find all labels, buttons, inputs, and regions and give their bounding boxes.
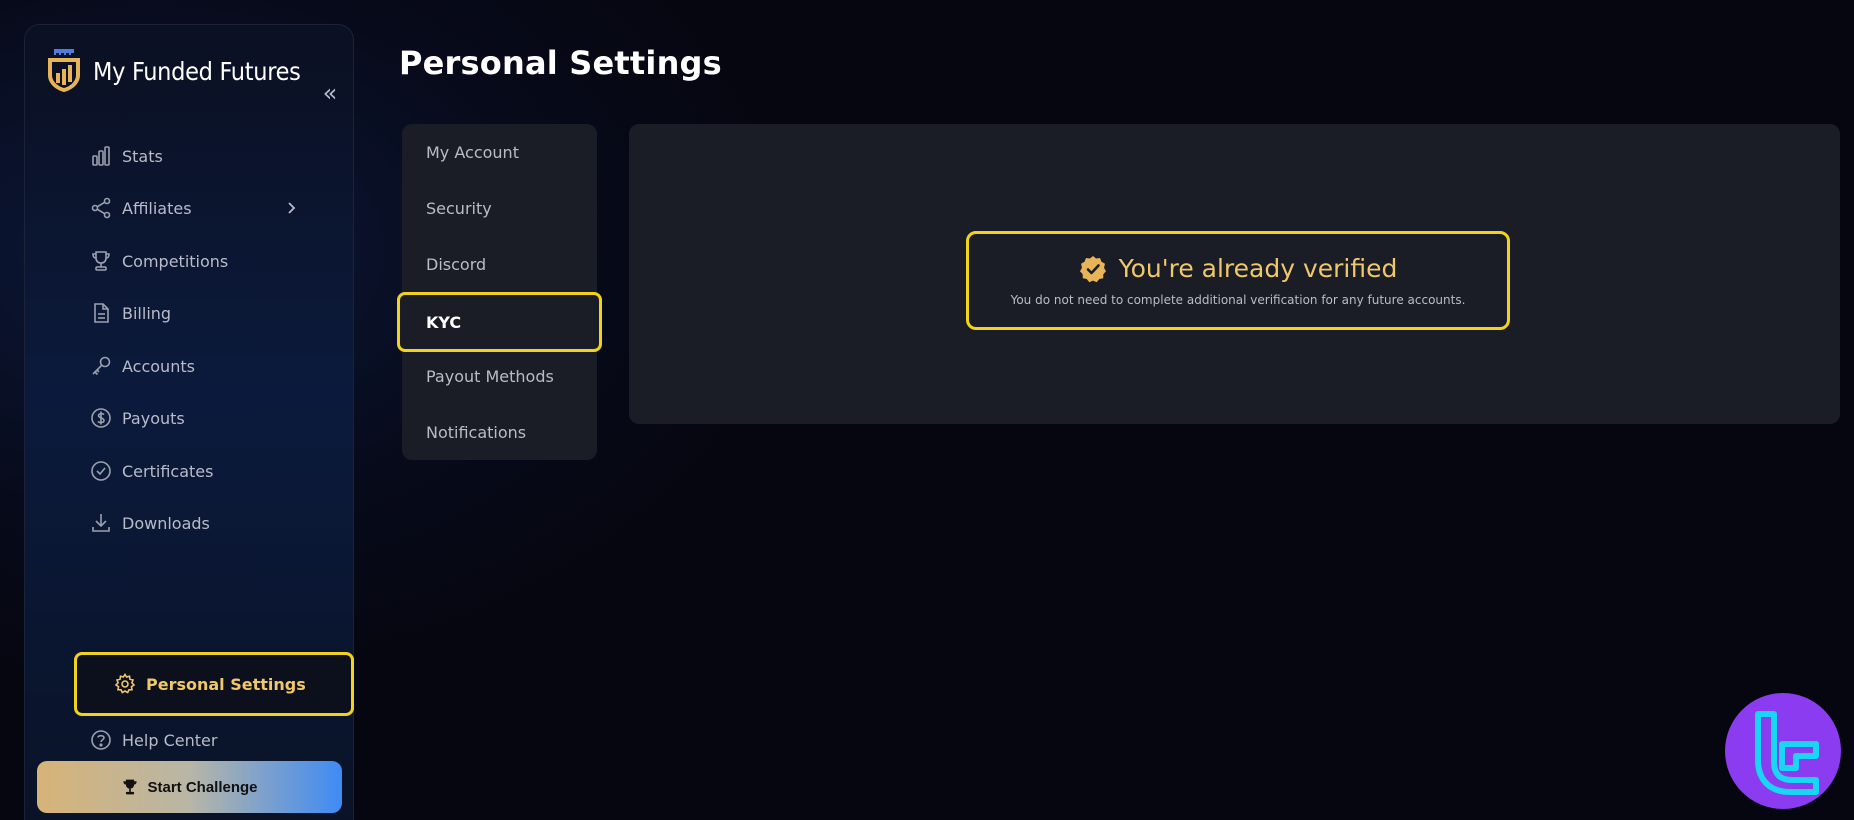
tab-label: Notifications — [426, 422, 527, 442]
tab-payout-methods[interactable]: Payout Methods — [402, 352, 597, 400]
sidebar-item-label: Help Center — [122, 730, 218, 750]
kyc-verified-status: You're already verified You do not need … — [966, 231, 1510, 330]
verified-badge-icon — [1079, 255, 1106, 282]
verified-title: You're already verified — [1118, 254, 1398, 283]
sidebar-item-label: Certificates — [122, 461, 214, 481]
sidebar-item-stats[interactable]: Stats — [50, 132, 330, 180]
sidebar-item-help-center[interactable]: Help Center — [50, 716, 330, 764]
sidebar-item-label: Downloads — [122, 513, 210, 533]
document-icon — [94, 303, 109, 323]
key-icon — [92, 356, 111, 376]
sidebar-item-payouts[interactable]: Payouts — [50, 394, 330, 442]
sidebar-item-accounts[interactable]: Accounts — [50, 342, 330, 390]
dollar-icon — [91, 408, 111, 428]
chevron-right-icon — [288, 202, 296, 214]
collapse-sidebar-button[interactable]: « — [319, 81, 341, 105]
tab-notifications[interactable]: Notifications — [402, 408, 597, 456]
help-icon — [91, 730, 111, 750]
verified-title-row: You're already verified — [1079, 254, 1398, 283]
sidebar-item-label: Billing — [122, 303, 172, 323]
bar-chart-icon — [92, 146, 110, 166]
brand-logo-icon — [48, 49, 80, 92]
tab-security[interactable]: Security — [402, 184, 597, 232]
sidebar-item-label: Stats — [122, 146, 163, 166]
sidebar-item-personal-settings[interactable]: Personal Settings — [74, 652, 354, 716]
sidebar-item-downloads[interactable]: Downloads — [50, 499, 330, 547]
page: My Funded Futures « Stats Affiliates Com… — [0, 0, 1854, 820]
trophy-icon — [92, 251, 110, 271]
tab-my-account[interactable]: My Account — [402, 128, 597, 176]
sidebar-item-label: Accounts — [122, 356, 195, 376]
check-circle-icon — [91, 461, 111, 481]
watermark-logo-icon — [1725, 693, 1841, 809]
sidebar-item-affiliates[interactable]: Affiliates — [50, 184, 330, 232]
tab-kyc[interactable]: KYC — [397, 292, 602, 352]
start-challenge-label: Start Challenge — [147, 778, 258, 796]
tab-label: Discord — [426, 254, 487, 274]
sidebar-item-billing[interactable]: Billing — [50, 289, 330, 337]
share-icon — [91, 197, 111, 219]
double-chevron-left-icon: « — [322, 79, 338, 107]
brand[interactable]: My Funded Futures — [45, 49, 301, 93]
page-title: Personal Settings — [399, 44, 722, 82]
tab-label: Security — [426, 198, 492, 218]
sidebar-item-label: Affiliates — [122, 198, 192, 218]
download-icon — [92, 514, 110, 532]
settings-tabs: My Account Security Discord KYC Payout M… — [397, 124, 602, 460]
tab-label: Payout Methods — [426, 366, 554, 386]
verified-description: You do not need to complete additional v… — [1010, 293, 1466, 307]
gear-icon — [114, 673, 136, 694]
tab-label: KYC — [426, 312, 462, 332]
tab-label: My Account — [426, 142, 519, 162]
sidebar-item-competitions[interactable]: Competitions — [50, 237, 330, 285]
sidebar-item-label: Payouts — [122, 408, 185, 428]
trophy-icon — [123, 779, 138, 795]
sidebar-item-label: Competitions — [122, 251, 229, 271]
sidebar: My Funded Futures « Stats Affiliates Com… — [24, 24, 354, 820]
sidebar-item-label: Personal Settings — [146, 674, 306, 694]
brand-name: My Funded Futures — [93, 56, 301, 86]
sidebar-item-certificates[interactable]: Certificates — [50, 447, 330, 495]
start-challenge-button[interactable]: Start Challenge — [37, 761, 342, 813]
tab-discord[interactable]: Discord — [402, 240, 597, 288]
